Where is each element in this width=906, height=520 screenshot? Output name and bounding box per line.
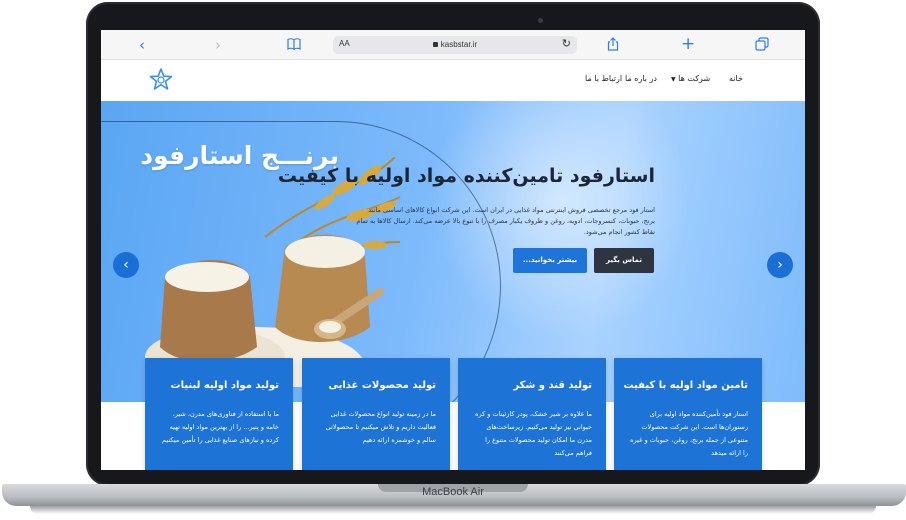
- nav-home[interactable]: خانه: [729, 74, 743, 83]
- browser-toolbar: ‹ › AA kasbstar.ir ↻ +: [101, 30, 805, 60]
- back-icon[interactable]: ‹: [139, 36, 145, 54]
- read-more-button[interactable]: بیشتر بخوانید...: [513, 248, 587, 273]
- tabs-icon: [755, 37, 769, 51]
- slider-prev-button[interactable]: ‹: [113, 252, 139, 278]
- feature-card-title: تولید محصولات غذایی: [328, 380, 436, 391]
- feature-card-title: تامین مواد اولیه با کیفیت: [623, 380, 748, 391]
- feature-card[interactable]: تولید محصولات غذایی ما در زمینه تولید ان…: [302, 358, 450, 470]
- feature-card[interactable]: تولید قند و شکر ما علاوه بر شیر خشک، پود…: [458, 358, 606, 470]
- share-icon[interactable]: [607, 37, 619, 55]
- forward-icon[interactable]: ›: [215, 36, 221, 54]
- new-tab-icon[interactable]: +: [681, 35, 695, 53]
- nav-companies[interactable]: شرکت ها ▼: [671, 74, 710, 83]
- hero-description: استار فود مرجع تخصصی فروش اینترنتی مواد …: [356, 206, 655, 236]
- feature-card[interactable]: تولید مواد اولیه لبنیات ما با استفاده از…: [145, 358, 293, 470]
- starfood-logo-icon[interactable]: [147, 66, 175, 94]
- feature-card-title: تولید قند و شکر: [513, 380, 592, 391]
- feature-card[interactable]: تامین مواد اولیه با کیفیت استار فود تأمی…: [614, 358, 762, 470]
- rice-sack-image: [145, 157, 401, 387]
- laptop-shadow: [30, 506, 876, 514]
- hero-slider: برنـــج استارفود استارفود تامین‌کننده مو…: [101, 101, 805, 402]
- nav-about[interactable]: در باره ما: [625, 74, 657, 83]
- feature-card-title: تولید مواد اولیه لبنیات: [170, 380, 279, 391]
- url-display: kasbstar.ir: [333, 40, 577, 49]
- chevron-right-icon: ›: [777, 257, 783, 273]
- nav-companies-label: شرکت ها: [678, 74, 711, 83]
- feature-card-text: استار فود تأمین‌کننده مواد اولیه برای رس…: [630, 410, 748, 457]
- book-icon: [287, 38, 301, 51]
- site-navbar: خانه شرکت ها ▼ در باره ما ارتباط با ما: [101, 60, 805, 101]
- chevron-left-icon: ‹: [123, 257, 129, 273]
- reload-icon[interactable]: ↻: [562, 37, 571, 50]
- chevron-down-icon: ▼: [671, 76, 676, 83]
- feature-card-text: ما در زمینه تولید انواع محصولات غذایی فع…: [325, 410, 436, 444]
- address-bar[interactable]: AA kasbstar.ir ↻: [333, 36, 577, 54]
- nav-contact[interactable]: ارتباط با ما: [585, 74, 622, 83]
- feature-card-text: ما با استفاده از فناوری‌های مدرن، شیر، خ…: [162, 410, 279, 444]
- camera-dot: [538, 18, 543, 23]
- hero-heading: استارفود تامین‌کننده مواد اولیه با کیفیت: [277, 165, 655, 187]
- feature-card-text: ما علاوه بر شیر خشک، پودر کازئینات و کره…: [475, 410, 592, 457]
- tabs-overview-icon[interactable]: [755, 37, 769, 55]
- url-text: kasbstar.ir: [440, 40, 478, 49]
- contact-button[interactable]: تماس بگیر: [594, 248, 654, 273]
- slider-next-button[interactable]: ›: [767, 252, 793, 278]
- bookmarks-icon[interactable]: [287, 37, 301, 55]
- share-arrow-icon: [607, 37, 619, 51]
- model-label: MacBook Air: [422, 486, 484, 498]
- lock-icon: [432, 42, 438, 47]
- screen: ‹ › AA kasbstar.ir ↻ + خانه شرکت ها ▼ در…: [101, 30, 805, 470]
